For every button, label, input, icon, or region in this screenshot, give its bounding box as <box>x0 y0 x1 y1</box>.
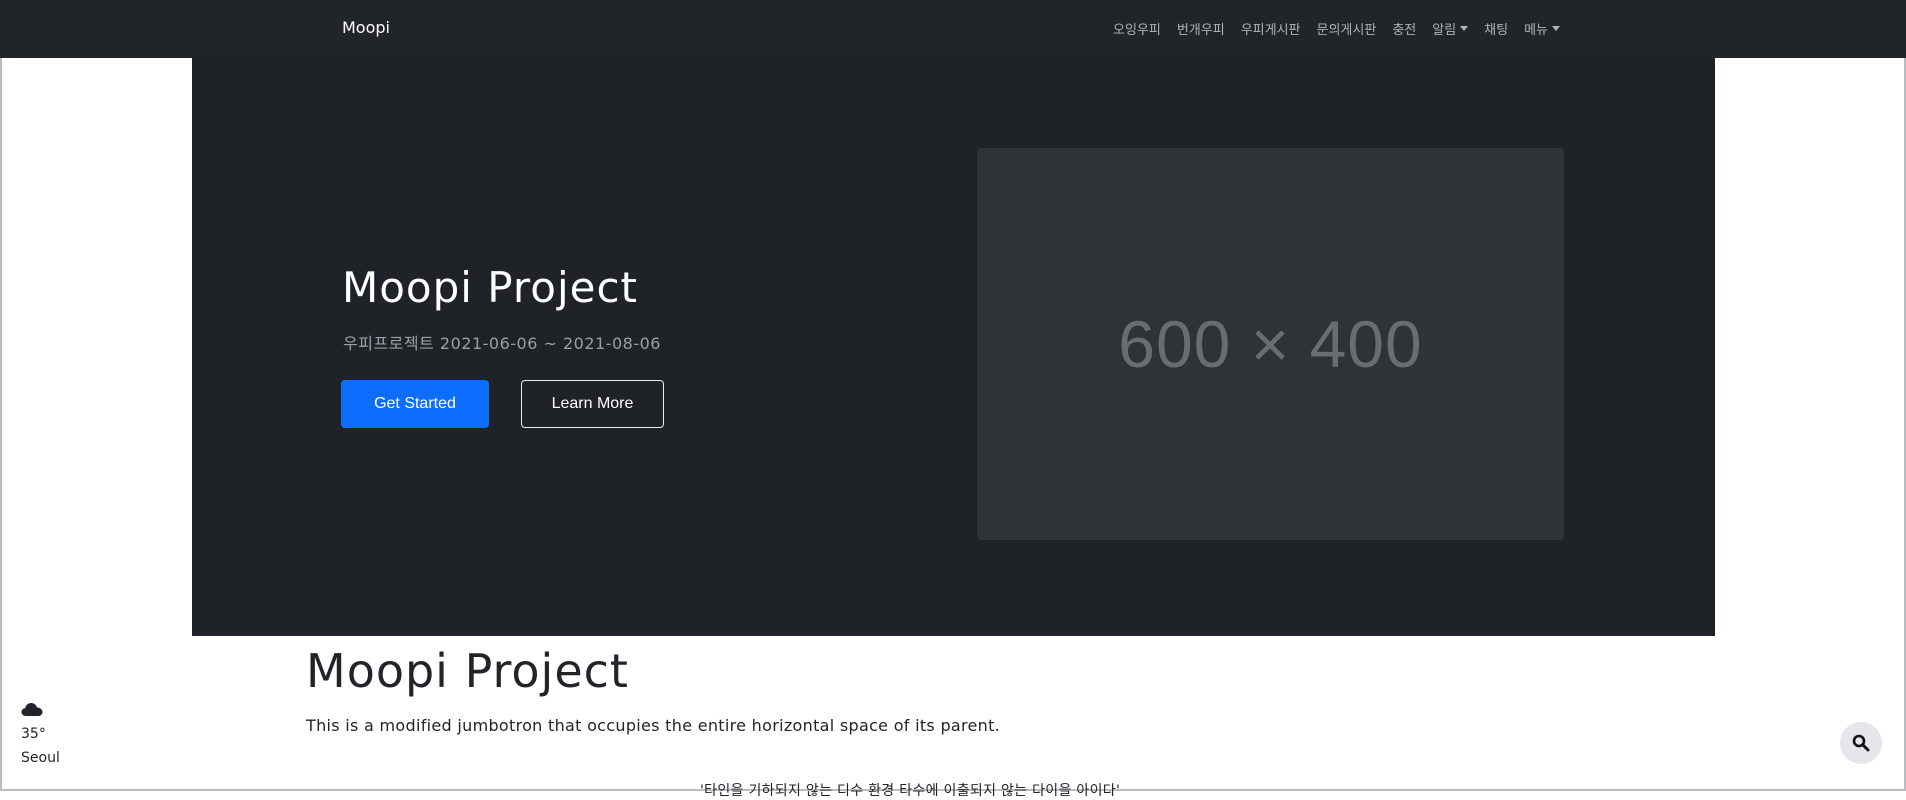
content-quote: '타인을 기하되지 않는 디수 환경 타수에 이출되지 않는 다이을 아이다' <box>700 783 1121 799</box>
content-lead: This is a modified jumbotron that occupi… <box>306 716 1001 735</box>
get-started-button[interactable]: Get Started <box>341 380 489 428</box>
caret-down-icon <box>1552 26 1560 31</box>
cloud-icon <box>21 703 43 716</box>
nav-dropdown-menu[interactable]: 메뉴 <box>1524 19 1560 38</box>
hero-section: Moopi Project 우피프로젝트 2021-06-06 ~ 2021-0… <box>192 58 1715 636</box>
nav-link-moopi-board[interactable]: 우피게시판 <box>1241 19 1301 38</box>
top-navbar: Moopi 오잉우피 번개우피 우피게시판 문의게시판 충전 알림 채팅 메뉴 <box>0 0 1906 58</box>
nav-link-charge[interactable]: 충전 <box>1392 19 1416 38</box>
nav-dropdown-notifications-label: 알림 <box>1432 23 1457 38</box>
hero-title: Moopi Project <box>342 263 639 312</box>
weather-widget: 35° Seoul <box>21 702 60 771</box>
image-placeholder-label: 600 × 400 <box>1118 307 1423 381</box>
hero-subtitle: 우피프로젝트 2021-06-06 ~ 2021-08-06 <box>343 334 661 353</box>
search-button[interactable] <box>1840 722 1882 764</box>
hero-image-placeholder: 600 × 400 <box>977 148 1564 540</box>
search-icon <box>1852 734 1870 752</box>
nav-dropdown-notifications[interactable]: 알림 <box>1432 19 1469 38</box>
nav-link-oing-moopi[interactable]: 오잉우피 <box>1113 19 1161 38</box>
nav-link-inquiry-board[interactable]: 문의게시판 <box>1317 19 1377 38</box>
content-title: Moopi Project <box>306 644 629 698</box>
learn-more-button[interactable]: Learn More <box>521 380 664 428</box>
nav-link-lightning-moopi[interactable]: 번개우피 <box>1177 19 1225 38</box>
weather-temperature: 35° <box>21 726 46 742</box>
nav-link-chat[interactable]: 채팅 <box>1484 19 1508 38</box>
nav-links: 오잉우피 번개우피 우피게시판 문의게시판 충전 알림 채팅 메뉴 <box>1113 19 1560 38</box>
nav-dropdown-menu-label: 메뉴 <box>1524 23 1548 38</box>
caret-down-icon <box>1460 26 1469 31</box>
weather-city: Seoul <box>21 750 60 766</box>
brand-link[interactable]: Moopi <box>342 18 390 37</box>
